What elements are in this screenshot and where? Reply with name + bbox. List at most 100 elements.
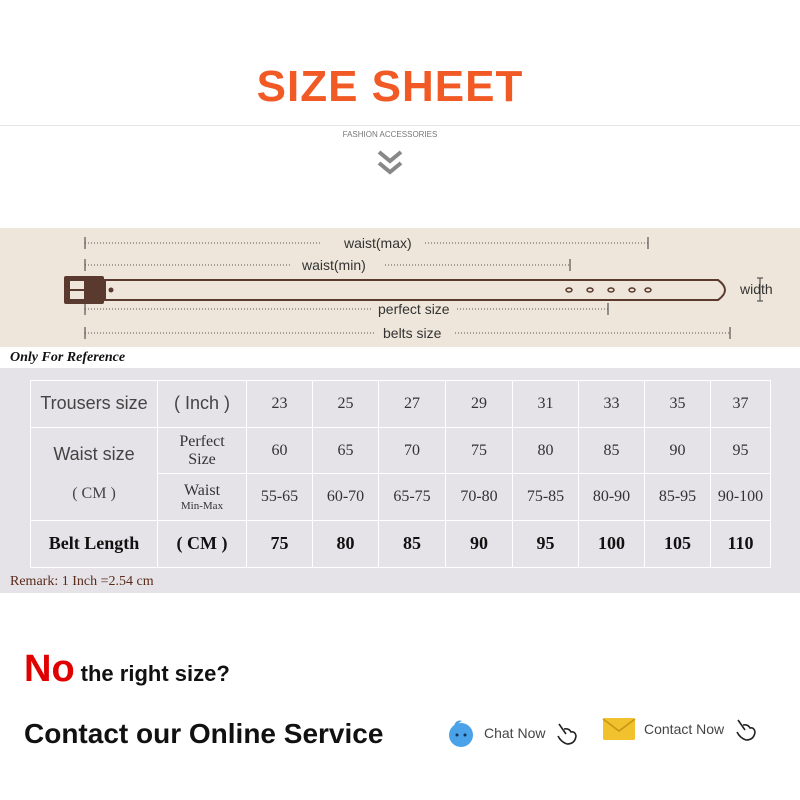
table-cell: 75-85 [513, 474, 579, 521]
cell-value: 29 [471, 395, 487, 413]
row-header: Waist size ( CM ) [31, 428, 158, 521]
unit-cell: ( CM ) [158, 521, 247, 568]
cell-value: 80-90 [592, 488, 631, 506]
cell-value: 70-80 [460, 488, 498, 506]
table-cell: 75 [247, 521, 313, 568]
cm-unit: ( CM ) [176, 533, 228, 554]
envelope-icon [602, 718, 636, 740]
table-cell: 37 [711, 381, 771, 428]
table-cell: 80 [313, 521, 379, 568]
perfect-label: Perfect [179, 432, 225, 450]
cell-value: 85 [603, 441, 620, 459]
question-text: the right size? [80, 661, 230, 686]
belt-length-label: Belt Length [48, 533, 140, 554]
cell-value: 110 [727, 533, 754, 554]
cell-value: 105 [664, 533, 691, 554]
table-cell: 80 [513, 428, 579, 474]
table-cell: 60 [247, 428, 313, 474]
contact-now-label: Contact Now [644, 721, 725, 737]
cell-value: 75 [471, 441, 487, 459]
table-cell: 55-65 [247, 474, 313, 521]
table-cell: 25 [313, 381, 379, 428]
cell-value: 31 [537, 395, 554, 413]
pointing-hand-icon [557, 723, 578, 745]
table-cell: 70-80 [446, 474, 513, 521]
size-label: Size [188, 450, 216, 468]
pointing-hand-icon [736, 719, 756, 741]
cell-value: 90 [669, 441, 686, 459]
min-max-label: Min-Max [180, 499, 224, 512]
table-cell: 90 [446, 521, 513, 568]
label-width: width [739, 281, 773, 297]
contact-now-button[interactable]: Contact Now [602, 716, 758, 742]
cell-value: 85 [403, 533, 421, 554]
cell-value: 95 [536, 533, 555, 554]
inch-unit: ( Inch ) [173, 393, 230, 414]
unit-cell: ( Inch ) [158, 381, 247, 428]
divider [0, 125, 800, 126]
cell-value: 25 [337, 395, 354, 413]
cell-value: 60 [271, 441, 288, 459]
double-chevron-down-icon [377, 150, 403, 175]
no-text: No [24, 648, 75, 690]
cell-value: 33 [603, 395, 620, 413]
belt-diagram: waist(max) waist(min) perfect size belts… [0, 228, 800, 347]
cell-value: 27 [404, 395, 420, 413]
cell-value: 90 [470, 533, 488, 554]
cm-unit: ( CM ) [72, 485, 116, 502]
table-cell: 85 [579, 428, 645, 474]
table-cell: 90 [645, 428, 711, 474]
cell-value: 35 [669, 395, 686, 413]
cell-value: 60-70 [326, 488, 365, 506]
size-question: No the right size? [24, 648, 230, 691]
table-cell: 80-90 [579, 474, 645, 521]
cell-value: 95 [732, 441, 749, 459]
cell-value: 75 [270, 533, 289, 554]
table-cell: 85 [379, 521, 446, 568]
label-waist-max: waist(max) [343, 235, 412, 251]
table-cell: 60-70 [313, 474, 379, 521]
page-title: SIZE SHEET [256, 62, 524, 111]
table-cell: 95 [711, 428, 771, 474]
row-header: Belt Length [31, 521, 158, 568]
cell-value: 55-65 [260, 488, 299, 506]
subtitle: FASHION ACCESSORIES [342, 130, 438, 139]
cell-value: 75-85 [526, 488, 565, 506]
table-cell: 105 [645, 521, 711, 568]
cell-value: 23 [271, 395, 288, 413]
table-cell: 27 [379, 381, 446, 428]
cell-value: 85-95 [658, 488, 697, 506]
cell-value: 100 [598, 533, 625, 554]
sub-header: Perfect Size [158, 428, 247, 474]
remark: Remark: 1 Inch =2.54 cm [10, 574, 154, 589]
table-cell: 70 [379, 428, 446, 474]
row-header: Trousers size [31, 381, 158, 428]
cell-value: 65 [337, 441, 354, 459]
table-cell: 35 [645, 381, 711, 428]
table-cell: 31 [513, 381, 579, 428]
reference-note: Only For Reference [10, 350, 126, 365]
chat-now-label: Chat Now [484, 725, 546, 741]
table-cell: 95 [513, 521, 579, 568]
label-waist-min: waist(min) [301, 257, 366, 273]
table-cell: 33 [579, 381, 645, 428]
size-table: Trousers size ( Inch ) Waist size ( CM ) Per… [30, 380, 771, 568]
cell-value: 65-75 [393, 488, 431, 506]
cell-value: 37 [732, 395, 749, 413]
table-cell: 75 [446, 428, 513, 474]
table-cell: 85-95 [645, 474, 711, 521]
table-cell: 65 [313, 428, 379, 474]
table-cell: 23 [247, 381, 313, 428]
table-cell: 90-100 [711, 474, 771, 521]
trousers-size-label: Trousers size [40, 393, 148, 414]
cell-value: 70 [404, 441, 420, 459]
label-belts-size: belts size [383, 325, 442, 341]
label-perfect-size: perfect size [378, 301, 450, 317]
cell-value: 80 [537, 441, 554, 459]
cell-value: 90-100 [717, 488, 764, 506]
waist-size-label: Waist size [53, 444, 135, 465]
table-cell: 65-75 [379, 474, 446, 521]
waist-label: Waist [183, 482, 221, 500]
chat-now-button[interactable]: Chat Now [446, 718, 579, 748]
table-cell: 110 [711, 521, 771, 568]
